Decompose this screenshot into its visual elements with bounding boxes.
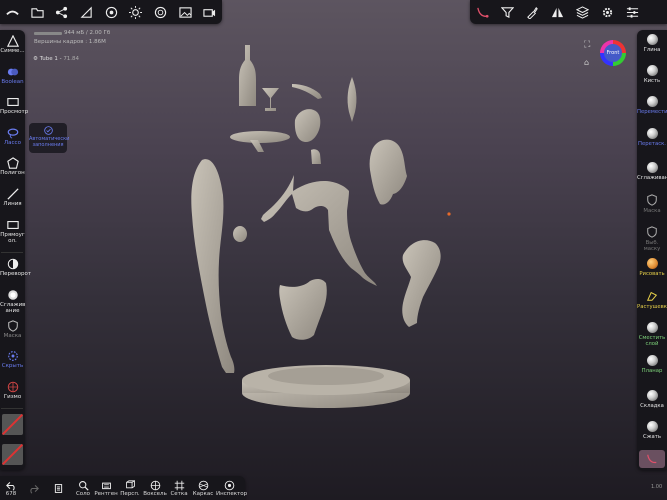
tray-part xyxy=(230,131,290,143)
leg-part-left xyxy=(191,159,235,373)
leg-part-right xyxy=(402,240,441,327)
bottle-part xyxy=(239,45,256,106)
pivot-point-icon xyxy=(447,212,451,216)
utensil-part xyxy=(292,84,322,99)
viewport-model[interactable] xyxy=(0,0,667,500)
glass-part xyxy=(262,88,279,111)
hips-part xyxy=(279,278,327,340)
neck-part xyxy=(311,149,321,164)
head-part xyxy=(294,109,321,142)
vase-part xyxy=(347,77,357,122)
hair-part xyxy=(369,139,407,205)
ornament-part xyxy=(233,226,247,242)
torso-part xyxy=(261,175,377,286)
